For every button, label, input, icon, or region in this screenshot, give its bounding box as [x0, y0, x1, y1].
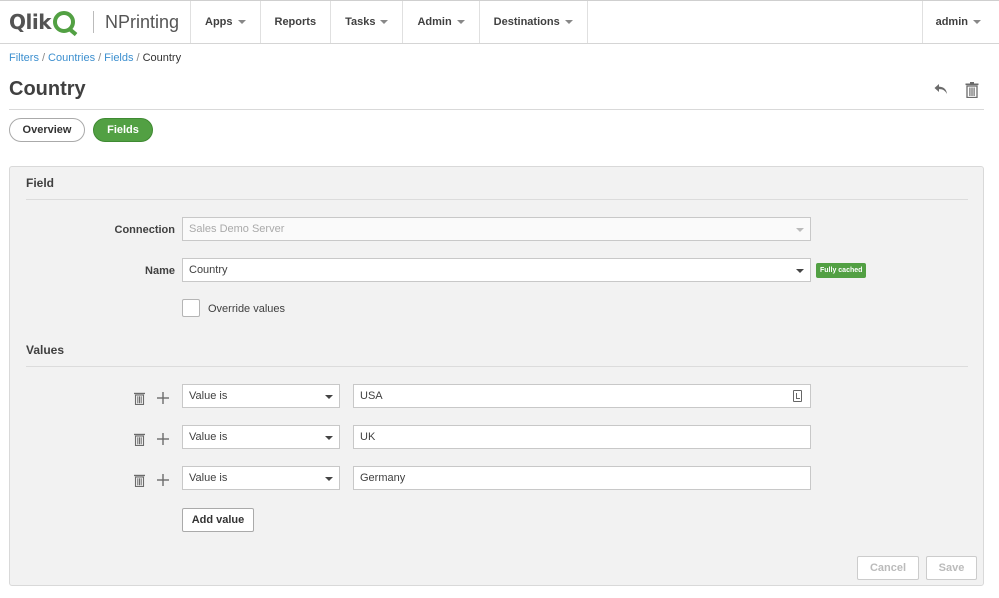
- nav-tasks-label: Tasks: [345, 16, 376, 28]
- qlik-logo-icon: [53, 11, 76, 33]
- nav-reports-label: Reports: [274, 16, 317, 28]
- keyboard-icon[interactable]: [793, 390, 802, 402]
- values-section-title: Values: [26, 343, 65, 357]
- tab-overview[interactable]: Overview: [9, 118, 85, 142]
- operator-value: Value is: [189, 431, 228, 443]
- override-values-label: Override values: [208, 303, 286, 315]
- operator-select[interactable]: Value is: [182, 466, 340, 490]
- product-name: NPrinting: [105, 11, 180, 32]
- chevron-down-icon: [325, 477, 333, 481]
- top-navbar: Qlik NPrinting Apps Reports Tasks Admin …: [0, 0, 999, 44]
- nav-apps-label: Apps: [205, 16, 233, 28]
- breadcrumb-fields[interactable]: Fields: [104, 52, 133, 64]
- nav-tasks[interactable]: Tasks: [331, 1, 404, 43]
- chevron-down-icon: [564, 20, 573, 24]
- connection-value: Sales Demo Server: [189, 223, 285, 235]
- cancel-button[interactable]: Cancel: [857, 556, 919, 580]
- nav-admin-label: Admin: [417, 16, 452, 28]
- tab-fields[interactable]: Fields: [93, 118, 153, 142]
- value-text: Germany: [360, 472, 406, 484]
- value-input[interactable]: Germany: [353, 466, 811, 490]
- chevron-down-icon: [973, 20, 981, 24]
- field-section-title: Field: [26, 176, 55, 190]
- breadcrumb-filters[interactable]: Filters: [9, 52, 39, 64]
- trash-icon[interactable]: [965, 82, 979, 98]
- value-input[interactable]: USA: [353, 384, 811, 408]
- title-divider: [9, 109, 984, 110]
- values-section-divider: [26, 366, 968, 367]
- trash-icon[interactable]: [134, 392, 145, 405]
- add-value-button[interactable]: Add value: [182, 508, 254, 532]
- operator-select[interactable]: Value is: [182, 425, 340, 449]
- breadcrumb-current: Country: [142, 52, 182, 64]
- name-select[interactable]: Country: [182, 258, 811, 282]
- trash-icon[interactable]: [134, 474, 145, 487]
- brand[interactable]: Qlik NPrinting: [0, 1, 191, 43]
- save-button[interactable]: Save: [926, 556, 977, 580]
- nav-reports[interactable]: Reports: [261, 1, 332, 43]
- operator-select[interactable]: Value is: [182, 384, 340, 408]
- page-title: Country: [9, 78, 86, 100]
- value-text: UK: [360, 431, 376, 443]
- override-values-checkbox[interactable]: [182, 299, 200, 317]
- chevron-down-icon: [796, 228, 804, 232]
- breadcrumb: Filters / Countries / Fields / Country: [9, 52, 181, 64]
- chevron-down-icon: [796, 269, 804, 273]
- brand-divider: [93, 11, 95, 33]
- nav-apps[interactable]: Apps: [191, 1, 261, 43]
- breadcrumb-separator: /: [98, 52, 102, 64]
- name-label: Name: [145, 265, 175, 277]
- trash-icon[interactable]: [134, 433, 145, 446]
- breadcrumb-separator: /: [136, 52, 140, 64]
- field-section-divider: [26, 199, 968, 200]
- chevron-down-icon: [325, 395, 333, 399]
- user-name: admin: [935, 16, 968, 28]
- chevron-down-icon: [456, 20, 465, 24]
- chevron-down-icon: [325, 436, 333, 440]
- nav-destinations[interactable]: Destinations: [480, 1, 588, 43]
- name-value: Country: [189, 264, 228, 276]
- operator-value: Value is: [189, 390, 228, 402]
- undo-icon[interactable]: [933, 81, 949, 97]
- plus-icon[interactable]: [157, 433, 169, 445]
- breadcrumb-separator: /: [41, 52, 46, 64]
- value-input[interactable]: UK: [353, 425, 811, 449]
- chevron-down-icon: [380, 20, 389, 24]
- cache-status-badge: Fully cached: [816, 263, 867, 278]
- plus-icon[interactable]: [157, 392, 169, 404]
- plus-icon[interactable]: [157, 474, 169, 486]
- connection-label: Connection: [114, 224, 176, 236]
- chevron-down-icon: [237, 20, 246, 24]
- operator-value: Value is: [189, 472, 228, 484]
- user-menu[interactable]: admin: [921, 1, 999, 43]
- breadcrumb-countries[interactable]: Countries: [48, 52, 95, 64]
- nav-admin[interactable]: Admin: [403, 1, 480, 43]
- value-text: USA: [360, 390, 383, 402]
- qlik-logo: Qlik: [9, 10, 52, 34]
- field-panel: Field Connection Sales Demo Server Name …: [9, 166, 984, 586]
- connection-select[interactable]: Sales Demo Server: [182, 217, 811, 241]
- nav-destinations-label: Destinations: [493, 16, 560, 28]
